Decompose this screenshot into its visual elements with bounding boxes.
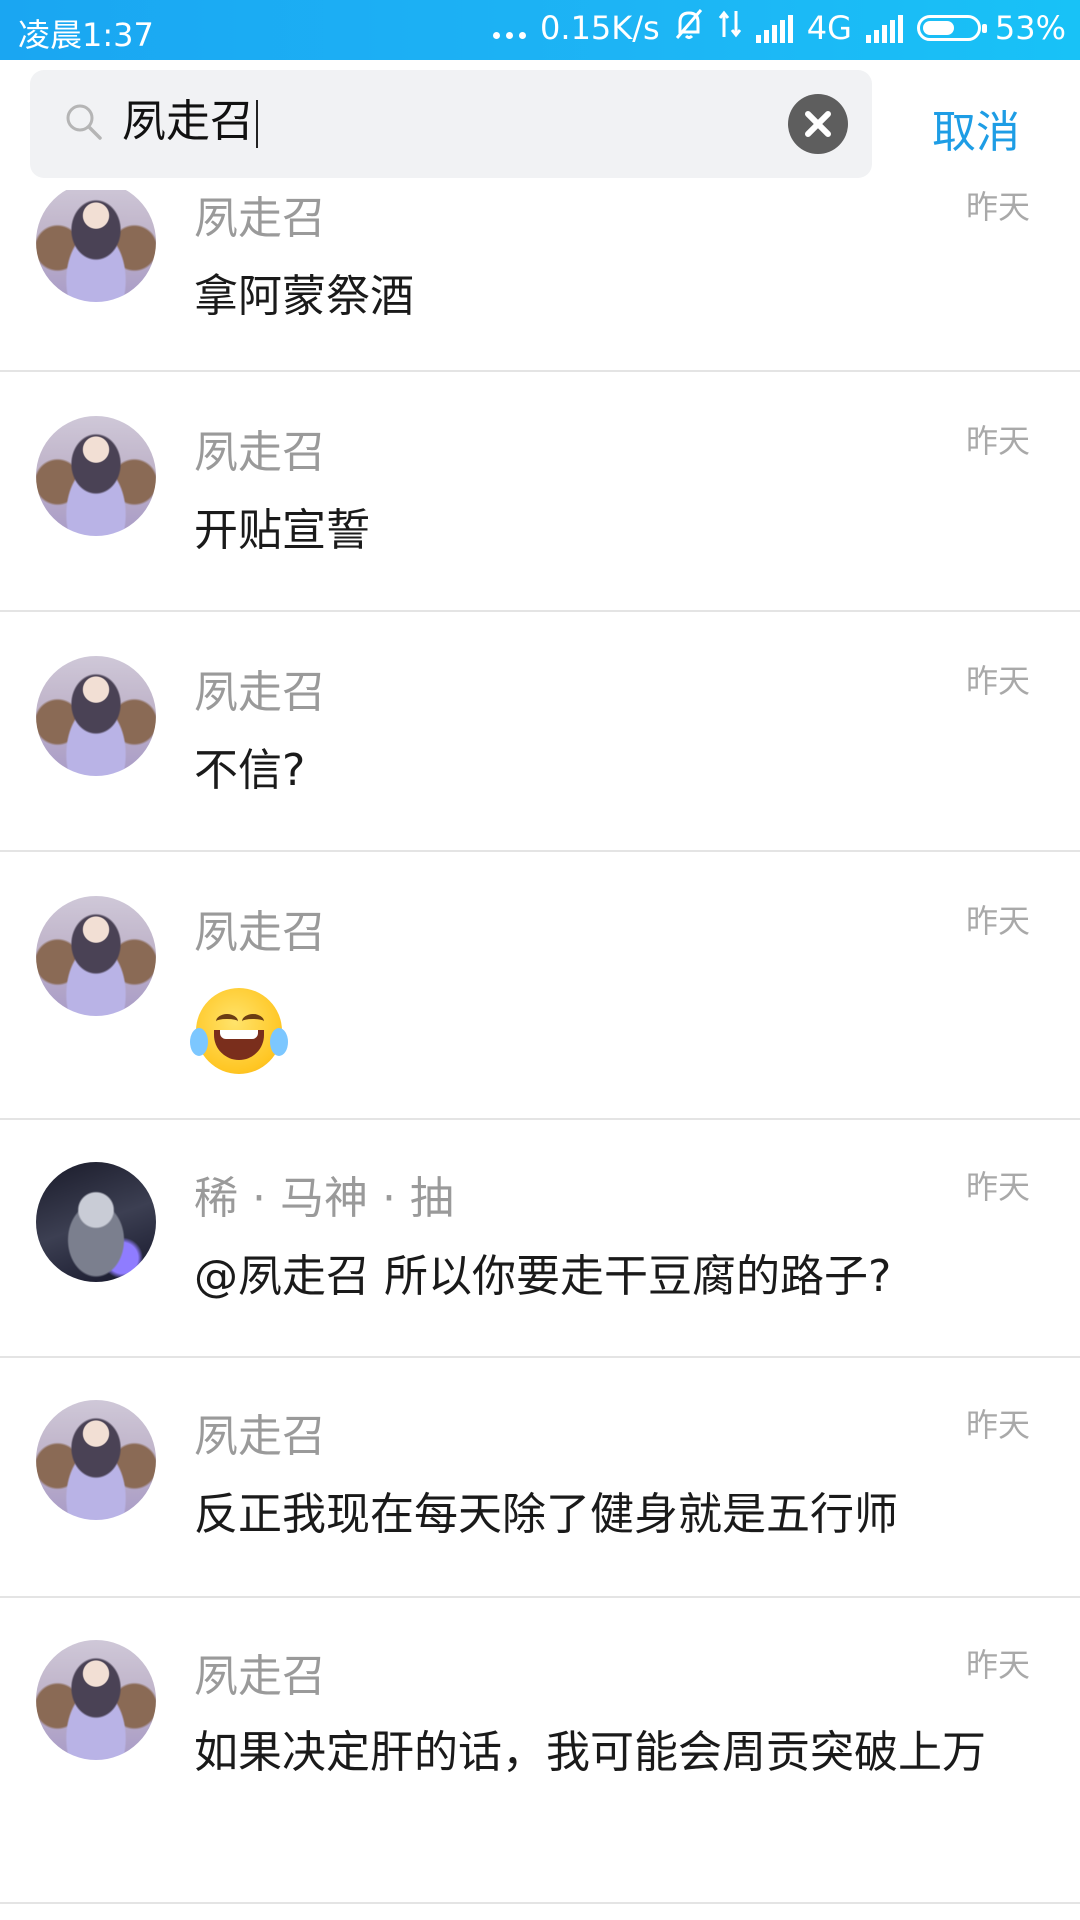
cancel-button[interactable]: 取消 — [932, 96, 1020, 160]
sender-name: 夙走召 — [194, 667, 326, 718]
list-item[interactable]: 夙走召 昨天 开贴宣誓 — [0, 372, 1080, 612]
avatar[interactable] — [36, 1162, 156, 1282]
message-text: 拿阿蒙祭酒 — [194, 271, 414, 322]
list-item[interactable]: 夙走召 昨天 反正我现在每天除了健身就是五行师 — [0, 1358, 1080, 1598]
battery-icon — [916, 15, 987, 41]
network-type: 4G — [806, 9, 852, 47]
tears-of-joy-emoji-icon — [190, 988, 288, 1074]
avatar[interactable] — [36, 416, 156, 536]
sender-name: 夙走召 — [194, 193, 326, 244]
search-header: 夙走召 取消 — [0, 60, 1080, 190]
sender-name: 稀 · 马神 · 抽 — [194, 1173, 454, 1224]
message-text: 不信? — [194, 745, 306, 796]
message-time: 昨天 — [965, 1168, 1030, 1206]
search-input[interactable]: 夙走召 — [30, 70, 872, 178]
more-dots-icon — [493, 13, 527, 43]
message-time: 昨天 — [965, 422, 1030, 460]
search-icon — [64, 102, 104, 146]
search-query-text[interactable]: 夙走召 — [122, 96, 258, 148]
avatar[interactable] — [36, 656, 156, 776]
sender-name: 夙走召 — [194, 1411, 326, 1462]
message-time: 昨天 — [965, 902, 1030, 940]
avatar[interactable] — [36, 896, 156, 1016]
close-icon — [805, 111, 831, 137]
sender-name: 夙走召 — [194, 907, 326, 958]
mute-bell-icon — [674, 8, 704, 48]
sender-name: 夙走召 — [194, 427, 326, 478]
status-time: 凌晨1:37 — [18, 16, 154, 54]
data-arrows-icon — [718, 9, 742, 47]
signal-icon — [755, 13, 793, 43]
search-query: 夙走召 — [122, 96, 254, 147]
list-item[interactable]: 夙走召 昨天 如果决定肝的话，我可能会周贡突破上万 — [0, 1598, 1080, 1904]
message-text: 如果决定肝的话，我可能会周贡突破上万 — [194, 1727, 986, 1778]
signal-icon-secondary — [865, 13, 903, 43]
message-time: 昨天 — [965, 662, 1030, 700]
sender-name: 夙走召 — [194, 1651, 326, 1702]
avatar[interactable] — [36, 182, 156, 302]
avatar[interactable] — [36, 1400, 156, 1520]
net-speed: 0.15K/s — [540, 9, 660, 47]
list-item[interactable]: 稀 · 马神 · 抽 昨天 @夙走召 所以你要走干豆腐的路子? — [0, 1120, 1080, 1358]
message-time: 昨天 — [965, 1646, 1030, 1684]
message-time: 昨天 — [965, 1406, 1030, 1444]
list-item[interactable]: 夙走召 昨天 — [0, 852, 1080, 1120]
message-text: 开贴宣誓 — [194, 505, 370, 556]
battery-percent: 53% — [994, 9, 1066, 47]
list-item[interactable]: 夙走召 昨天 不信? — [0, 612, 1080, 852]
status-indicators: 0.15K/s 4G 53% — [493, 8, 1066, 48]
message-text: @夙走召 所以你要走干豆腐的路子? — [194, 1251, 892, 1302]
clear-search-button[interactable] — [788, 94, 848, 154]
message-text: 反正我现在每天除了健身就是五行师 — [194, 1489, 898, 1540]
status-bar: 凌晨1:37 0.15K/s 4G 53% — [0, 0, 1080, 60]
avatar[interactable] — [36, 1640, 156, 1760]
text-caret — [256, 100, 258, 148]
